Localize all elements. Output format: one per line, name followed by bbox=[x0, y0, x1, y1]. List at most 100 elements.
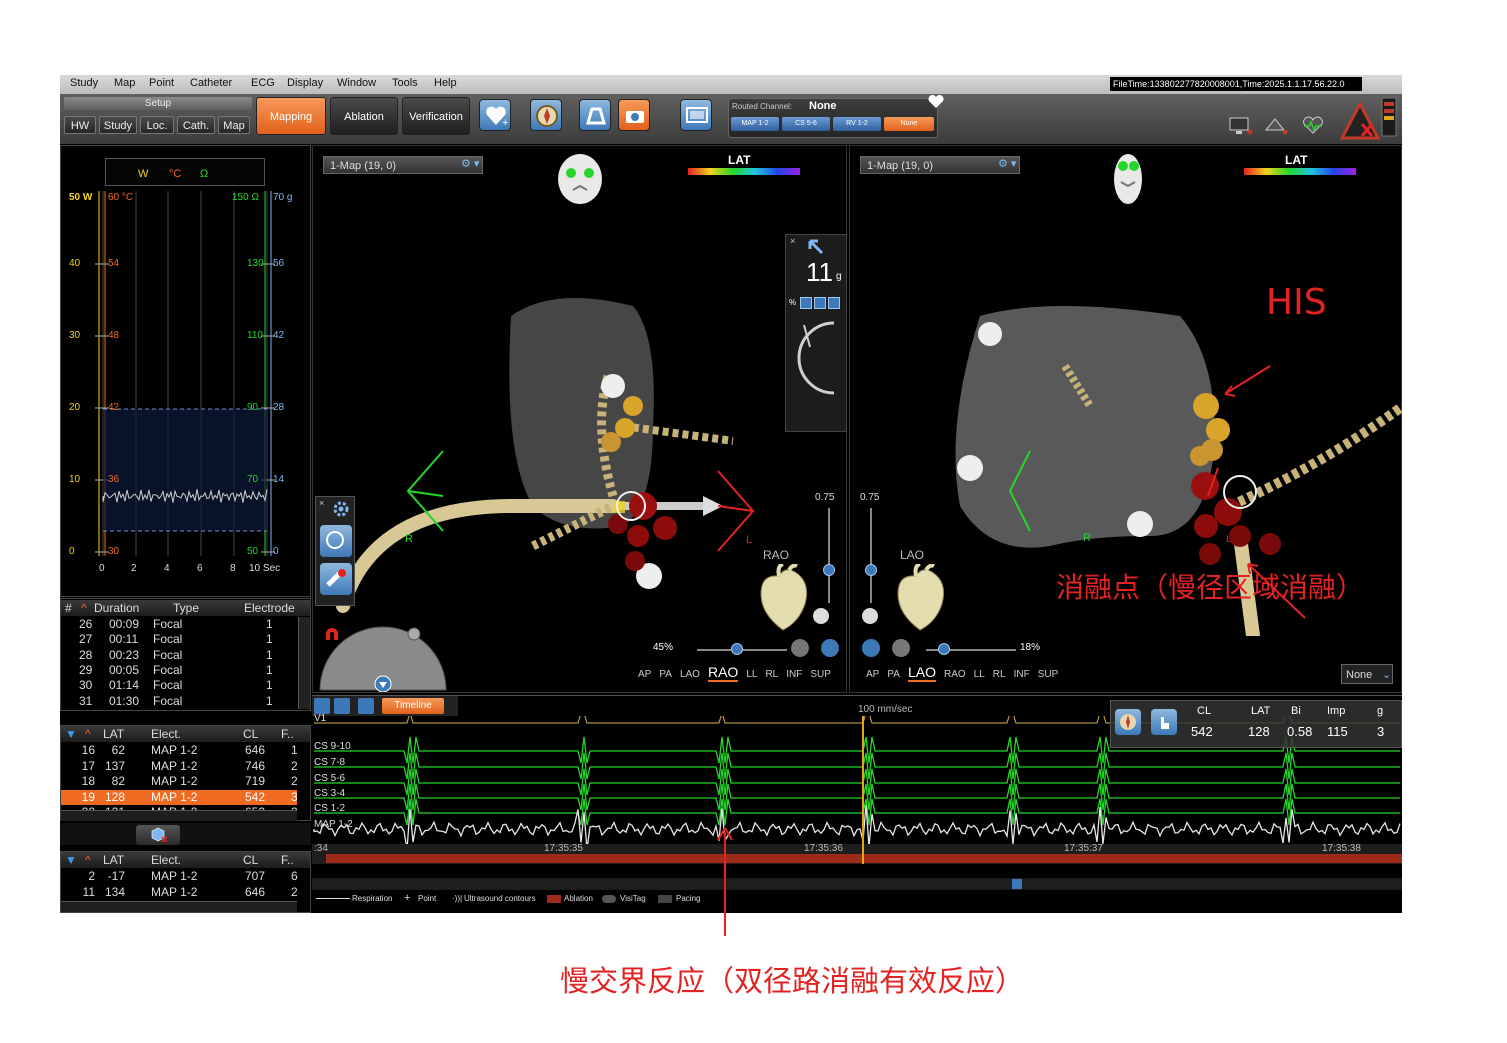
channel-map12-button[interactable]: MAP 1-2 bbox=[731, 117, 779, 131]
setup-study-button[interactable]: Study bbox=[99, 116, 137, 134]
tool-palette-close[interactable]: × bbox=[319, 498, 324, 508]
magnetic-navigation-control[interactable] bbox=[318, 616, 448, 692]
table-row[interactable]: 2 -17 MAP 1-2 707 6 bbox=[61, 869, 297, 884]
channel-rv12-button[interactable]: RV 1-2 bbox=[833, 117, 881, 131]
table-row[interactable]: 29 00:05 Focal 1 bbox=[61, 663, 297, 678]
egm-hscroll[interactable] bbox=[312, 878, 1402, 890]
ablation-list-scrollbar[interactable] bbox=[298, 617, 310, 709]
compass-small-icon[interactable] bbox=[1115, 709, 1141, 735]
anatomy-icon[interactable] bbox=[579, 99, 611, 131]
map-select-right[interactable]: 1-Map (19, 0) bbox=[860, 156, 1020, 174]
orientation-inf-button[interactable]: INF bbox=[786, 669, 802, 680]
table-row[interactable]: 28 00:23 Focal 1 bbox=[61, 648, 297, 663]
rotate-view-icon[interactable] bbox=[821, 639, 839, 657]
channel-none-button[interactable]: None bbox=[884, 117, 934, 131]
table-row[interactable]: 18 82 MAP 1-2 719 2 bbox=[61, 774, 297, 789]
map-select-dropdown-icon[interactable]: ⚙ ▾ bbox=[461, 157, 479, 170]
col-type[interactable]: Type bbox=[173, 600, 199, 616]
col-lat[interactable]: LAT bbox=[103, 726, 124, 742]
orientation-ll-button[interactable]: LL bbox=[974, 669, 985, 680]
col-f[interactable]: F.. bbox=[281, 726, 294, 742]
orientation-rao-button[interactable]: RAO bbox=[944, 669, 966, 680]
egm-tool-icon[interactable] bbox=[358, 698, 374, 714]
table-row[interactable]: 31 01:30 Focal 1 bbox=[61, 694, 297, 709]
table-row[interactable]: 19 128 MAP 1-2 542 3 bbox=[61, 789, 297, 805]
channel-label[interactable]: CS 1-2 bbox=[314, 803, 345, 814]
orientation-ap-button[interactable]: AP bbox=[638, 669, 651, 680]
col-elect[interactable]: Elect. bbox=[151, 726, 181, 742]
opacity-slider-handle-left[interactable] bbox=[823, 564, 835, 576]
col-number[interactable]: # bbox=[65, 600, 72, 616]
orientation-rao-button[interactable]: RAO bbox=[707, 664, 739, 682]
orientation-rl-button[interactable]: RL bbox=[765, 669, 778, 680]
display-layout-icon[interactable] bbox=[680, 99, 712, 131]
channel-label[interactable]: V1 bbox=[314, 713, 326, 724]
table-row[interactable]: 11 134 MAP 1-2 646 2 bbox=[61, 885, 298, 900]
col-duration[interactable]: Duration bbox=[94, 600, 139, 616]
channel-cs56-button[interactable]: CS 5-6 bbox=[782, 117, 830, 131]
opacity-slider-right[interactable] bbox=[870, 508, 872, 603]
menu-study[interactable]: Study bbox=[70, 77, 98, 89]
hand-pointer-icon[interactable] bbox=[1151, 709, 1177, 735]
brush-tool-icon[interactable] bbox=[320, 563, 352, 595]
orientation-ll-button[interactable]: LL bbox=[746, 669, 757, 680]
setup-cath-button[interactable]: Cath. bbox=[177, 116, 215, 134]
table-row[interactable]: 16 62 MAP 1-2 646 1 bbox=[61, 743, 297, 758]
map-select-left[interactable]: 1-Map (19, 0) bbox=[323, 156, 483, 174]
orientation-lao-button[interactable]: LAO bbox=[680, 669, 700, 680]
table-row[interactable]: 17 137 MAP 1-2 746 2 bbox=[61, 759, 297, 774]
mapping-button[interactable]: Mapping bbox=[256, 97, 326, 135]
map-view-rao[interactable]: 1-Map (19, 0) ⚙ ▾ LAT R L × 11 g % 0.75 … bbox=[312, 145, 847, 693]
map-select-dropdown-icon-right[interactable]: ⚙ ▾ bbox=[998, 157, 1016, 170]
col-cl[interactable]: CL bbox=[243, 852, 258, 868]
points-list-hscroll[interactable] bbox=[61, 810, 297, 821]
col-f[interactable]: F.. bbox=[281, 852, 294, 868]
table-row[interactable]: 27 00:11 Focal 1 bbox=[61, 632, 297, 647]
table-row[interactable]: 30 01:14 Focal 1 bbox=[61, 678, 297, 693]
setup-loc-button[interactable]: Loc. bbox=[140, 116, 174, 134]
menu-window[interactable]: Window bbox=[337, 77, 376, 89]
egm-tool-icon[interactable] bbox=[334, 698, 350, 714]
opacity-slider-handle-right[interactable] bbox=[865, 564, 877, 576]
col-elect[interactable]: Elect. bbox=[151, 852, 181, 868]
time-cursor[interactable] bbox=[862, 716, 864, 864]
orientation-sup-button[interactable]: SUP bbox=[810, 669, 831, 680]
camera-icon[interactable] bbox=[618, 99, 650, 131]
opacity-slider-left[interactable] bbox=[828, 508, 830, 603]
channel-label[interactable]: CS 5-6 bbox=[314, 773, 345, 784]
view-sphere-icon[interactable] bbox=[791, 639, 809, 657]
orientation-ap-button[interactable]: AP bbox=[866, 669, 879, 680]
orientation-pa-button[interactable]: PA bbox=[659, 669, 672, 680]
menu-point[interactable]: Point bbox=[149, 77, 174, 89]
reset-view-icon[interactable] bbox=[813, 608, 829, 624]
orientation-lao-button[interactable]: LAO bbox=[907, 664, 936, 682]
ablation-button[interactable]: Ablation bbox=[330, 97, 398, 135]
setup-map-button[interactable]: Map bbox=[218, 116, 250, 134]
channel-label[interactable]: CS 9-10 bbox=[314, 741, 351, 752]
compass-icon[interactable] bbox=[530, 99, 562, 131]
egm-tool-icon[interactable] bbox=[314, 698, 330, 714]
col-cl[interactable]: CL bbox=[243, 726, 258, 742]
col-electrode[interactable]: Electrode bbox=[244, 600, 295, 616]
map-view-lao[interactable]: 1-Map (19, 0) ⚙ ▾ LAT R L 0.75 LAO 18% A… bbox=[849, 145, 1402, 693]
egm-hscroll-thumb[interactable] bbox=[1012, 879, 1022, 889]
zoom-slider-handle-right[interactable] bbox=[938, 643, 950, 655]
menu-ecg[interactable]: ECG bbox=[251, 77, 275, 89]
cube-filter-icon[interactable] bbox=[136, 825, 180, 845]
channel-label[interactable]: CS 3-4 bbox=[314, 788, 345, 799]
orientation-inf-button[interactable]: INF bbox=[1014, 669, 1030, 680]
menu-map[interactable]: Map bbox=[114, 77, 135, 89]
rotate-view-icon-right[interactable] bbox=[862, 639, 880, 657]
orientation-pa-button[interactable]: PA bbox=[887, 669, 900, 680]
force-panel-close[interactable]: × bbox=[790, 236, 795, 246]
orientation-sup-button[interactable]: SUP bbox=[1038, 669, 1059, 680]
menu-catheter[interactable]: Catheter bbox=[190, 77, 232, 89]
reset-view-icon-right[interactable] bbox=[862, 608, 878, 624]
channel-label[interactable]: MAP 1-2 bbox=[314, 819, 353, 830]
lasso-tool-icon[interactable] bbox=[320, 525, 352, 557]
orientation-rl-button[interactable]: RL bbox=[993, 669, 1006, 680]
zoom-slider-handle-left[interactable] bbox=[731, 643, 743, 655]
menu-help[interactable]: Help bbox=[434, 77, 457, 89]
gear-icon[interactable] bbox=[330, 499, 352, 519]
heart-plus-icon[interactable]: + bbox=[479, 99, 511, 131]
